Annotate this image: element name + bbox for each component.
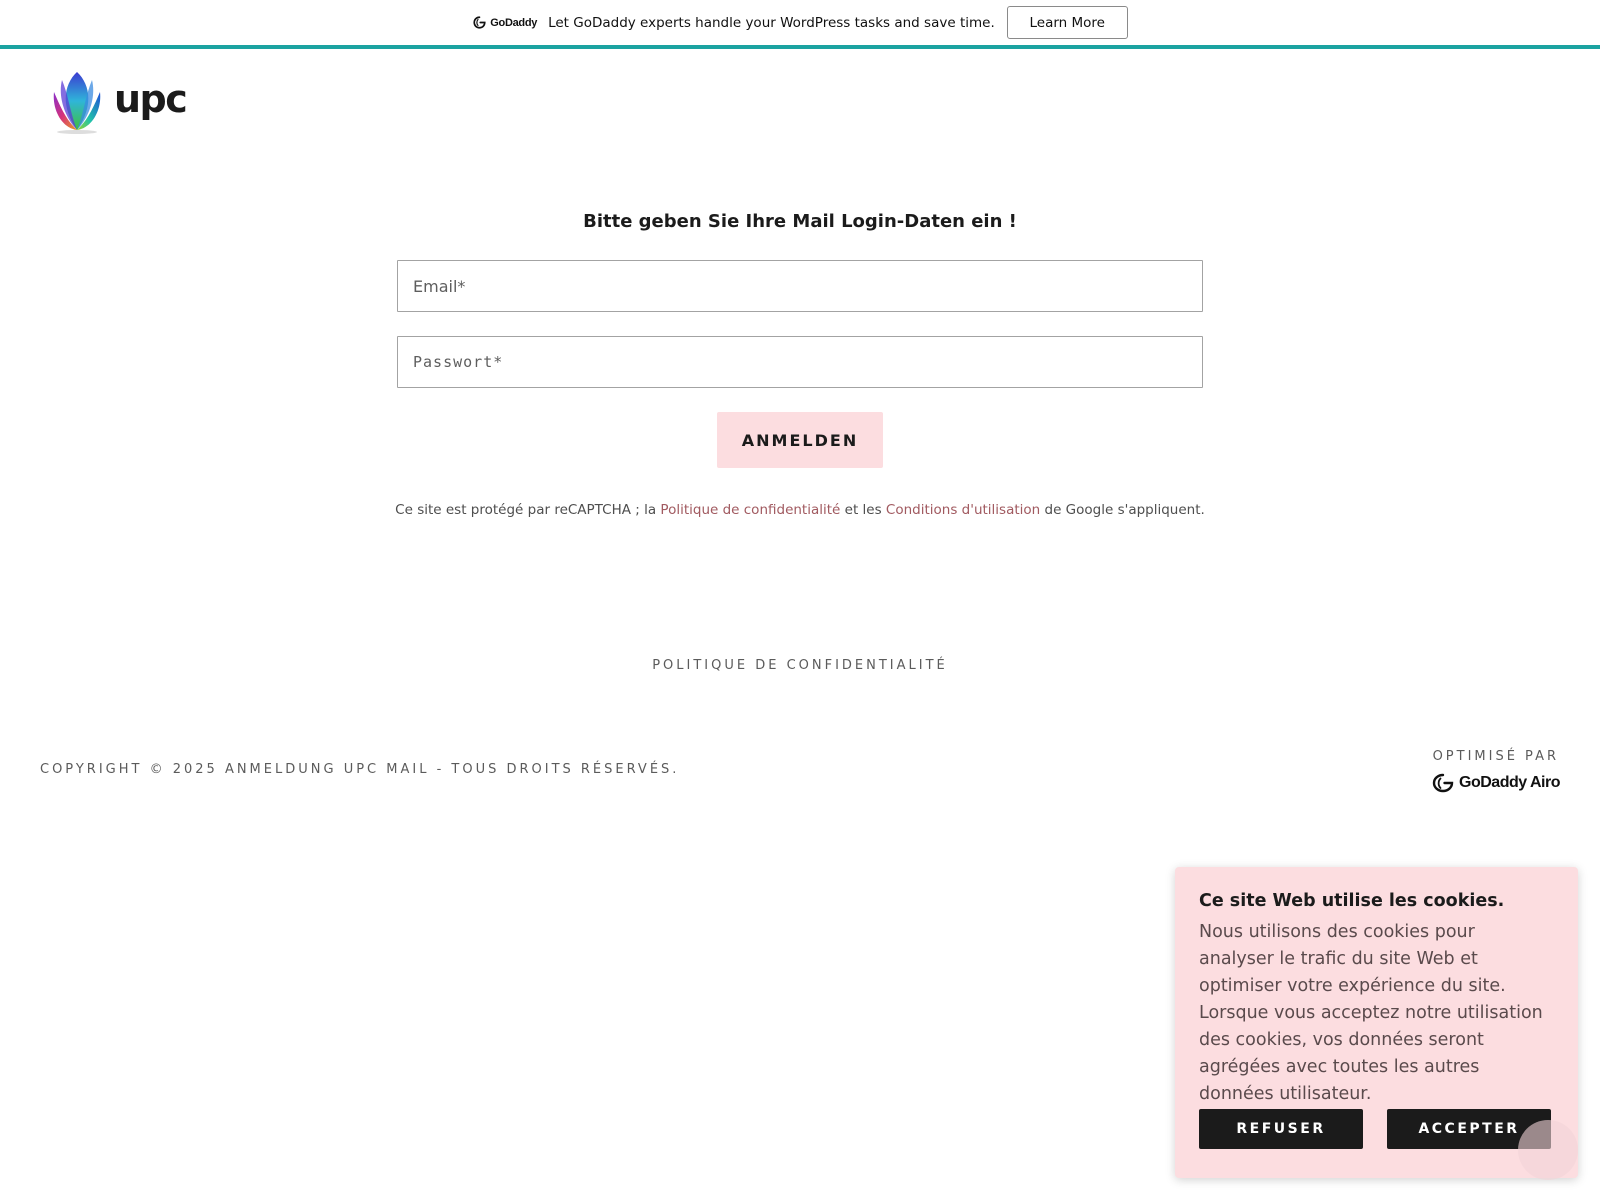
cookie-actions: REFUSER ACCEPTER: [1199, 1109, 1551, 1149]
recaptcha-notice: Ce site est protégé par reCAPTCHA ; la P…: [0, 502, 1600, 518]
recaptcha-suffix: de Google s'appliquent.: [1040, 502, 1205, 518]
chat-bubble-edge: [1518, 1120, 1578, 1180]
upc-logo[interactable]: upc: [48, 70, 188, 134]
promo-message: Let GoDaddy experts handle your WordPres…: [548, 14, 995, 31]
email-field[interactable]: [397, 260, 1203, 312]
login-title: Bitte geben Sie Ihre Mail Login-Daten ei…: [583, 211, 1017, 232]
cookie-banner: Ce site Web utilise les cookies. Nous ut…: [1175, 867, 1578, 1178]
recaptcha-middle: et les: [840, 502, 886, 518]
powered-by-label: OPTIMISÉ PAR: [1432, 749, 1559, 764]
password-field[interactable]: [397, 336, 1203, 388]
recaptcha-prefix: Ce site est protégé par reCAPTCHA ; la: [395, 502, 661, 518]
login-submit-button[interactable]: ANMELDEN: [717, 412, 883, 468]
promo-godaddy-logo: GoDaddy: [472, 15, 537, 30]
godaddy-airo-text: GoDaddy Airo: [1459, 774, 1560, 791]
godaddy-icon: [473, 16, 486, 29]
promo-accent-bar: [0, 45, 1600, 49]
godaddy-airo-logo[interactable]: GoDaddy Airo: [1431, 772, 1560, 794]
promo-logo-text: GoDaddy: [490, 16, 538, 29]
godaddy-airo-icon: [1432, 773, 1454, 793]
page: GoDaddy Let GoDaddy experts handle your …: [0, 0, 1600, 1200]
logo-text: upc: [114, 77, 188, 121]
google-privacy-link[interactable]: Politique de confidentialité: [660, 502, 840, 518]
refuse-cookies-button[interactable]: REFUSER: [1199, 1109, 1363, 1149]
promo-banner: GoDaddy Let GoDaddy experts handle your …: [0, 0, 1600, 45]
footer-privacy-link[interactable]: POLITIQUE DE CONFIDENTIALITÉ: [0, 658, 1600, 673]
upc-flower-icon: [53, 72, 101, 134]
copyright-text: COPYRIGHT © 2025 ANMELDUNG UPC MAIL - TO…: [40, 762, 680, 777]
cookie-title: Ce site Web utilise les cookies.: [1199, 891, 1505, 911]
learn-more-button[interactable]: Learn More: [1006, 6, 1128, 39]
google-terms-link[interactable]: Conditions d'utilisation: [886, 502, 1040, 518]
cookie-text: Nous utilisons des cookies pour analyser…: [1199, 922, 1543, 1104]
